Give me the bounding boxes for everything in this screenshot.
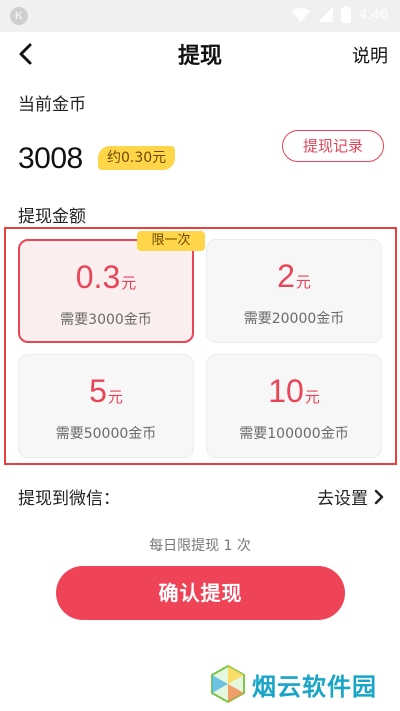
option-requirement: 需要3000金币 [60,312,152,328]
wechat-row[interactable]: 提现到微信： 去设置 [18,484,384,510]
option-requirement: 需要20000金币 [243,311,345,327]
option-amount: 2元 [277,258,311,294]
status-icons: 4:46 [291,6,388,23]
approx-value-badge: 约0.30元 [98,146,176,170]
option-amount: 0.3元 [75,259,137,295]
status-time: 4:46 [358,6,388,23]
battery-icon [340,6,351,23]
wifi-icon [291,7,310,22]
option-requirement: 需要100000金币 [239,426,349,442]
signal-icon [317,7,333,22]
watermark-logo-icon [211,664,245,704]
amount-option-1[interactable]: 2元 需要20000金币 [206,239,382,343]
help-link[interactable]: 说明 [352,42,388,68]
confirm-withdraw-button[interactable]: 确认提现 [56,566,345,620]
page-title: 提现 [177,44,222,69]
coin-balance: 3008 [18,142,83,175]
amount-option-2[interactable]: 5元 需要50000金币 [18,354,194,458]
amount-option-3[interactable]: 10元 需要100000金币 [206,354,382,458]
wechat-setup-label: 去设置 [317,489,368,509]
limit-once-badge: 限一次 [137,231,205,251]
chevron-right-icon [374,489,384,504]
nav-bar: 提现 说明 [0,32,400,76]
wechat-setup-link[interactable]: 去设置 [317,484,384,509]
withdraw-amount-label: 提现金额 [18,207,86,227]
watermark: 烟云软件园 [202,657,400,711]
wechat-label: 提现到微信： [18,489,120,509]
status-bar: K 4:46 [0,0,400,32]
current-coins-label: 当前金币 [18,95,86,115]
amount-option-0[interactable]: 0.3元 需要3000金币 [18,239,194,343]
option-amount: 5元 [89,373,123,409]
option-requirement: 需要50000金币 [55,426,157,442]
daily-limit-text: 每日限提现 1 次 [149,538,251,554]
watermark-text: 烟云软件园 [252,672,377,701]
app-notification-icon: K [10,7,28,25]
option-amount: 10元 [268,373,320,409]
withdraw-record-button[interactable]: 提现记录 [282,130,384,162]
